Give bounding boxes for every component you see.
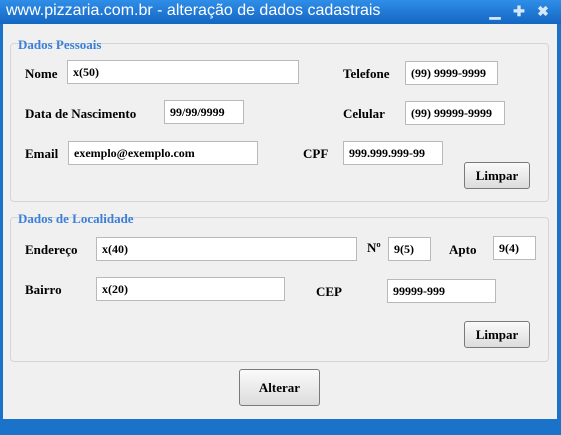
- minimize-icon[interactable]: ▁: [484, 1, 506, 21]
- dados-pessoais-title: Dados Pessoais: [18, 37, 102, 52]
- cep-field[interactable]: 99999-999: [387, 279, 496, 303]
- email-label: Email: [25, 146, 59, 161]
- telefone-field[interactable]: (99) 9999-9999: [405, 61, 498, 85]
- cpf-field[interactable]: 999.999.999-99: [343, 141, 443, 165]
- email-field[interactable]: exemplo@exemplo.com: [68, 141, 258, 165]
- bairro-label: Bairro: [25, 282, 62, 297]
- window-bottom-border: [0, 419, 561, 435]
- maximize-icon[interactable]: ✚: [508, 1, 530, 21]
- apto-field[interactable]: 9(4): [493, 236, 536, 260]
- nome-label: Nome: [25, 66, 58, 81]
- celular-label: Celular: [343, 106, 385, 121]
- nome-field[interactable]: x(50): [67, 60, 299, 84]
- celular-field[interactable]: (99) 99999-9999: [405, 101, 505, 125]
- telefone-label: Telefone: [343, 66, 390, 81]
- bairro-field[interactable]: x(20): [96, 277, 285, 301]
- cep-label: CEP: [316, 284, 342, 299]
- window-title: www.pizzaria.com.br - alteração de dados…: [6, 2, 381, 19]
- form-area: Dados Pessoais Nome x(50) Telefone (99) …: [3, 24, 557, 419]
- cpf-label: CPF: [303, 146, 329, 161]
- dados-localidade-title: Dados de Localidade: [18, 211, 134, 226]
- limpar-pessoais-button[interactable]: Limpar: [464, 162, 530, 189]
- limpar-localidade-button[interactable]: Limpar: [464, 321, 530, 348]
- endereco-label: Endereço: [25, 242, 78, 257]
- alterar-button[interactable]: Alterar: [239, 369, 320, 406]
- data-nascimento-label: Data de Nascimento: [25, 106, 137, 121]
- close-icon[interactable]: ✖: [532, 1, 554, 21]
- numero-label: Nº: [367, 240, 381, 255]
- numero-field[interactable]: 9(5): [388, 237, 431, 261]
- apto-label: Apto: [449, 242, 477, 257]
- data-nascimento-field[interactable]: 99/99/9999: [164, 100, 244, 124]
- endereco-field[interactable]: x(40): [96, 237, 357, 261]
- app-window: www.pizzaria.com.br - alteração de dados…: [0, 0, 561, 435]
- title-bar[interactable]: www.pizzaria.com.br - alteração de dados…: [0, 0, 561, 24]
